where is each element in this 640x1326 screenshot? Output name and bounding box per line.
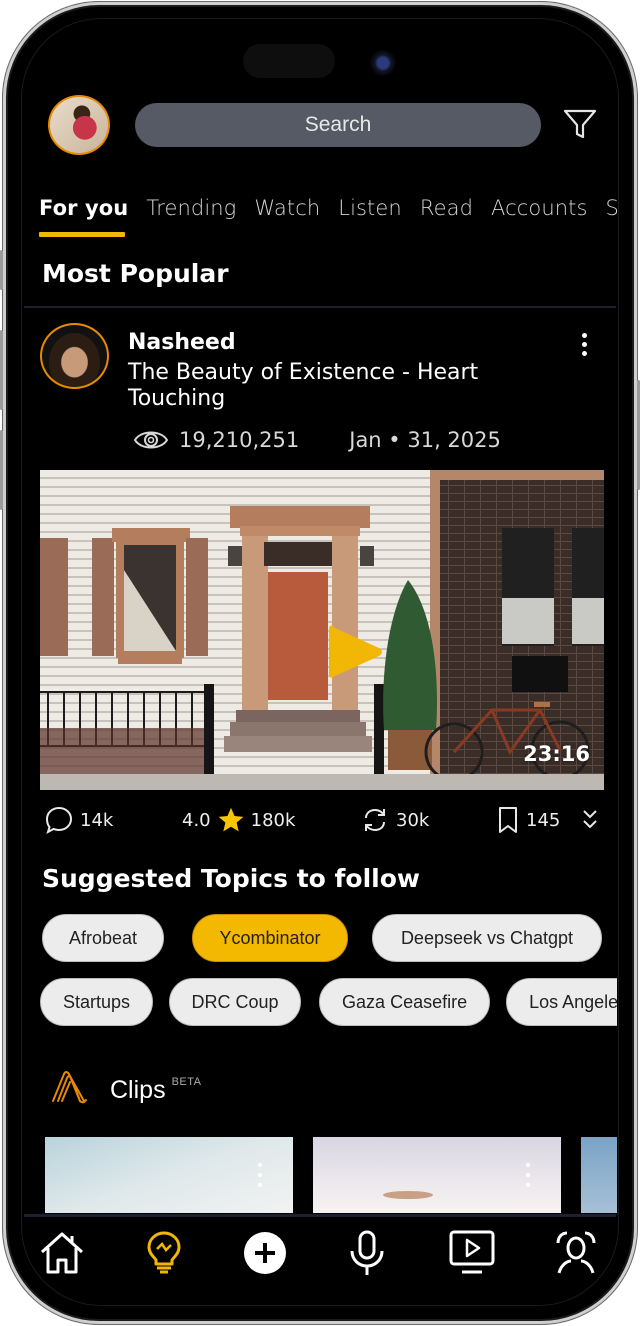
- nav-home[interactable]: [36, 1226, 88, 1280]
- view-count: 19,210,251: [179, 428, 300, 452]
- topic-chip-los-angeles[interactable]: Los Angeles: [506, 978, 617, 1026]
- comment-button[interactable]: 14k: [44, 804, 113, 836]
- rating-count: 180k: [250, 809, 296, 831]
- clip-more-icon[interactable]: [526, 1163, 530, 1193]
- topic-chip-ycombinator[interactable]: Ycombinator: [192, 914, 348, 962]
- face-scan-icon: [556, 1231, 596, 1274]
- star-icon: [218, 807, 244, 832]
- search-input[interactable]: Search: [135, 103, 541, 147]
- side-button: [0, 330, 3, 410]
- repost-count: 30k: [396, 809, 430, 831]
- beta-badge: BETA: [171, 1076, 202, 1088]
- divider: [24, 306, 616, 308]
- clips-header[interactable]: Clips BETA: [50, 1068, 202, 1105]
- tab-listen[interactable]: Listen: [338, 196, 402, 220]
- plus-circle-icon: [244, 1232, 286, 1274]
- search-placeholder: Search: [304, 113, 372, 136]
- camera-icon: [370, 50, 396, 76]
- side-button: [0, 250, 3, 290]
- topic-chip-afrobeat[interactable]: Afrobeat: [42, 914, 164, 962]
- filter-icon[interactable]: [562, 106, 598, 142]
- clip-more-icon[interactable]: [258, 1163, 262, 1193]
- eye-icon: [133, 431, 169, 449]
- category-tabs: For you Trending Watch Listen Read Accou…: [39, 196, 617, 220]
- tab-trending[interactable]: Trending: [146, 196, 236, 220]
- suggested-topics-heading: Suggested Topics to follow: [42, 864, 421, 893]
- clips-logo-icon: [52, 1071, 87, 1104]
- play-icon[interactable]: [325, 620, 385, 684]
- post-title[interactable]: The Beauty of Existence - Heart Touching: [128, 360, 558, 412]
- video-thumbnail[interactable]: 23:16: [40, 470, 604, 790]
- tab-for-you[interactable]: For you: [39, 196, 128, 220]
- dynamic-island: [243, 44, 335, 78]
- topic-chips-row-2: Startups DRC Coup Gaza Ceasefire Los Ang…: [40, 978, 617, 1026]
- bookmark-icon: [499, 807, 517, 833]
- topic-chips-row-1: Afrobeat Ycombinator Deepseek vs Chatgpt: [42, 914, 602, 962]
- lightbulb-icon: [147, 1231, 181, 1274]
- topic-chip-startups[interactable]: Startups: [40, 978, 154, 1026]
- nav-profile[interactable]: [550, 1226, 602, 1280]
- expand-button[interactable]: [580, 804, 600, 836]
- cloud-shape: [383, 1191, 433, 1199]
- side-button: [0, 430, 3, 510]
- video-duration: 23:16: [523, 742, 590, 766]
- comment-icon: [45, 806, 73, 835]
- clip-card[interactable]: [581, 1137, 617, 1213]
- tab-more[interactable]: S: [606, 196, 617, 220]
- post-meta: 19,210,251 Jan • 31, 2025: [133, 427, 501, 453]
- house-illustration: [40, 470, 604, 790]
- post-author[interactable]: Nasheed: [128, 330, 236, 355]
- author-avatar[interactable]: [40, 323, 109, 389]
- clip-card[interactable]: [313, 1137, 561, 1213]
- comment-count: 14k: [80, 809, 114, 831]
- home-icon: [40, 1232, 84, 1274]
- nav-create[interactable]: [239, 1226, 291, 1280]
- microphone-icon: [350, 1230, 384, 1275]
- repost-icon: [365, 808, 385, 832]
- clip-card[interactable]: [45, 1137, 293, 1213]
- nav-video[interactable]: [442, 1226, 502, 1280]
- tab-watch[interactable]: Watch: [254, 196, 320, 220]
- post-actions: 14k 4.0 180k 30k 145: [44, 804, 604, 836]
- bookmark-count: 145: [526, 809, 561, 831]
- bookmark-button[interactable]: 145: [496, 804, 560, 836]
- tv-play-icon: [449, 1230, 495, 1274]
- tab-read[interactable]: Read: [420, 196, 473, 220]
- clips-label: Clips: [110, 1076, 166, 1104]
- more-options-icon[interactable]: [578, 333, 590, 359]
- post-date: Jan • 31, 2025: [349, 428, 501, 452]
- user-avatar[interactable]: [48, 95, 110, 155]
- topic-chip-deepseek-vs-chatgpt[interactable]: Deepseek vs Chatgpt: [372, 914, 602, 962]
- topic-chip-gaza-ceasefire[interactable]: Gaza Ceasefire: [319, 978, 491, 1026]
- bottom-nav-divider: [24, 1214, 616, 1217]
- rating-button[interactable]: 4.0 180k: [182, 804, 295, 836]
- nav-audio[interactable]: [341, 1226, 393, 1280]
- rating-value: 4.0: [182, 809, 211, 831]
- chevron-double-down-icon: [583, 810, 597, 829]
- active-tab-indicator: [39, 232, 125, 237]
- nav-ideas[interactable]: [138, 1226, 190, 1280]
- most-popular-heading: Most Popular: [42, 259, 229, 288]
- bottom-nav: [36, 1226, 602, 1280]
- topic-chip-drc-coup[interactable]: DRC Coup: [169, 978, 302, 1026]
- repost-button[interactable]: 30k: [360, 804, 429, 836]
- tab-accounts[interactable]: Accounts: [491, 196, 588, 220]
